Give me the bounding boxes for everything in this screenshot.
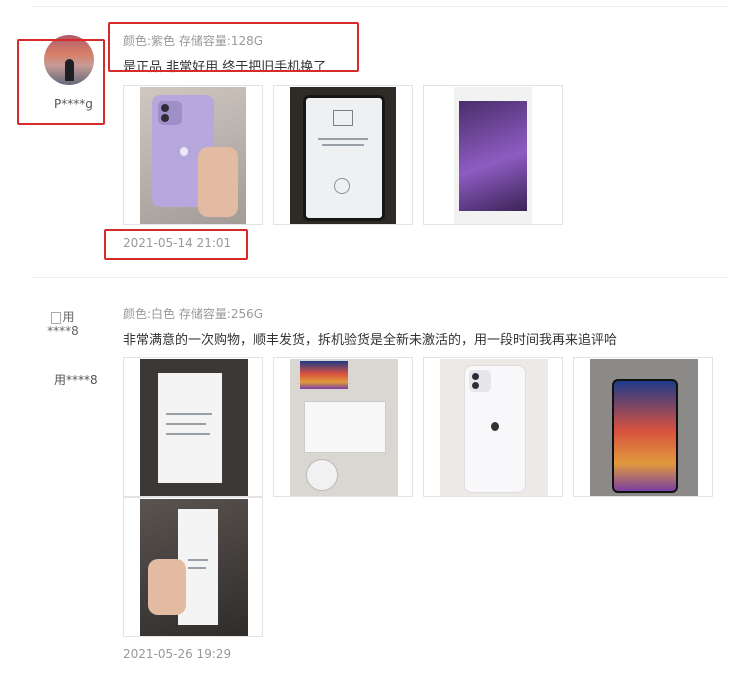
highlight-spec-box <box>108 22 359 72</box>
review-photo[interactable] <box>123 497 263 637</box>
review-photo[interactable] <box>273 357 413 497</box>
product-spec: 颜色:白色 存储容量:256G <box>123 307 264 321</box>
review-photo[interactable] <box>273 85 413 225</box>
review-date: 2021-05-26 19:29 <box>123 647 232 661</box>
top-divider <box>32 6 728 7</box>
highlight-date-box <box>104 229 248 260</box>
review-text: 非常满意的一次购物，顺丰发货，拆机验货是全新未激活的，用一段时间我再来追评哈 <box>123 333 618 348</box>
username: 用****8 <box>54 373 98 387</box>
review-photo[interactable] <box>423 85 563 225</box>
review-photo[interactable] <box>123 357 263 497</box>
review-photo[interactable] <box>123 85 263 225</box>
review-photo[interactable] <box>423 357 563 497</box>
highlight-user-box <box>17 39 105 125</box>
user-avatar[interactable]: 用****8 <box>41 310 85 338</box>
review-divider <box>32 277 728 278</box>
broken-image-icon <box>51 311 62 324</box>
review-photo[interactable] <box>573 357 713 497</box>
